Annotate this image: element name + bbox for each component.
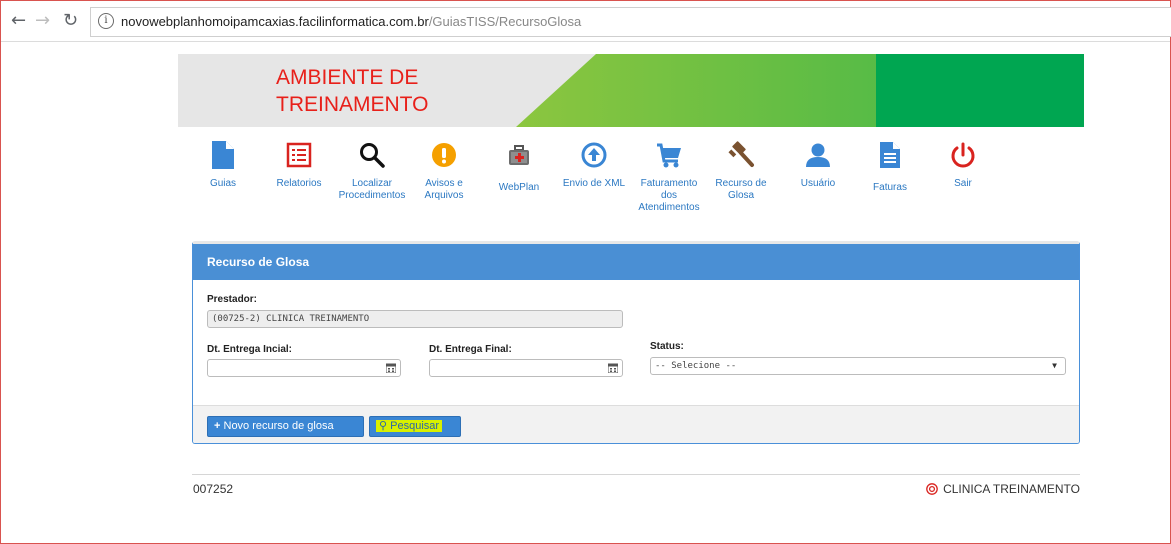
invoice-icon	[855, 138, 925, 172]
footer-clinic: CLINICA TREINAMENTO	[926, 482, 1080, 496]
nav-item-avisos[interactable]: Avisos e Arquivos	[409, 138, 479, 202]
nav-item-faturas[interactable]: Faturas	[855, 138, 925, 194]
status-label: Status:	[650, 341, 684, 352]
panel-title: Recurso de Glosa	[207, 255, 310, 269]
dt-inicial-label: Dt. Entrega Incial:	[207, 344, 293, 355]
clinic-name: CLINICA TREINAMENTO	[943, 482, 1080, 496]
environment-title: AMBIENTE DE TREINAMENTO	[276, 66, 429, 116]
search-icon	[337, 138, 407, 172]
nav-label-faturamento: Faturamento dos Atendimentos	[638, 178, 700, 213]
address-bar[interactable]: i novowebplanhomoipamcaxias.facilinforma…	[90, 7, 1171, 37]
nav-item-faturamento[interactable]: Faturamento dos Atendimentos	[634, 138, 704, 214]
nav-label-faturas: Faturas	[873, 182, 907, 193]
novo-recurso-label: Novo recurso de glosa	[223, 420, 334, 432]
forward-icon[interactable]: →	[35, 11, 50, 31]
power-icon	[928, 138, 998, 172]
status-select[interactable]: -- Selecione -- ▼	[650, 357, 1066, 375]
search-icon: ⚲	[379, 420, 388, 432]
nav-item-guias[interactable]: Guias	[188, 138, 258, 190]
footer-divider	[192, 474, 1080, 475]
reload-icon[interactable]: ↻	[63, 11, 78, 31]
alert-icon	[409, 138, 479, 172]
dt-inicial-input[interactable]	[207, 359, 401, 377]
url-path: /GuiasTISS/RecursoGlosa	[428, 14, 582, 29]
nav-label-relatorios: Relatorios	[276, 178, 322, 189]
nav-label-localizar: Localizar Procedimentos	[338, 178, 406, 201]
back-icon[interactable]: ←	[11, 11, 26, 31]
prestador-label: Prestador:	[207, 294, 258, 305]
nav-label-avisos: Avisos e Arquivos	[424, 178, 464, 201]
pesquisar-button[interactable]: ⚲ Pesquisar	[369, 416, 461, 437]
prestador-value: (00725-2) CLINICA TREINAMENTO	[212, 314, 370, 324]
cart-icon	[634, 138, 704, 172]
browser-toolbar: ← → ↻ i novowebplanhomoipamcaxias.facili…	[1, 1, 1171, 42]
gavel-icon	[706, 138, 776, 172]
info-icon[interactable]: i	[98, 13, 114, 29]
status-selected: -- Selecione --	[655, 361, 737, 371]
list-icon	[264, 138, 334, 172]
nav-item-recurso-glosa[interactable]: Recurso de Glosa	[706, 138, 776, 202]
nav-item-sair[interactable]: Sair	[928, 138, 998, 190]
header-banner: AMBIENTE DE TREINAMENTO	[178, 54, 1084, 127]
nav-label-envio-xml: Envio de XML	[562, 178, 626, 189]
pesquisar-highlight: ⚲ Pesquisar	[376, 420, 443, 432]
upload-icon	[559, 138, 629, 172]
dropdown-arrow-icon[interactable]: ▼	[1052, 358, 1057, 374]
url-text: novowebplanhomoipamcaxias.facilinformati…	[121, 14, 581, 29]
nav-item-usuario[interactable]: Usuário	[783, 138, 853, 190]
plus-icon: +	[214, 420, 221, 432]
nav-label-usuario: Usuário	[800, 178, 836, 189]
footer-code: 007252	[193, 482, 234, 496]
document-icon	[188, 138, 258, 172]
calendar-icon[interactable]	[386, 363, 396, 373]
calendar-icon[interactable]	[608, 363, 618, 373]
novo-recurso-button[interactable]: + Novo recurso de glosa	[207, 416, 364, 437]
recurso-glosa-panel: Recurso de Glosa Prestador: (00725-2) CL…	[192, 241, 1080, 444]
nav-item-envio-xml[interactable]: Envio de XML	[559, 138, 629, 190]
medkit-icon	[484, 138, 554, 172]
nav-label-recurso: Recurso de Glosa	[715, 178, 767, 201]
panel-header: Recurso de Glosa	[193, 244, 1079, 280]
nav-item-webplan[interactable]: WebPlan	[484, 138, 554, 194]
clinic-logo-icon	[926, 483, 938, 495]
prestador-field: (00725-2) CLINICA TREINAMENTO	[207, 310, 623, 328]
dt-final-input[interactable]	[429, 359, 623, 377]
dt-final-label: Dt. Entrega Final:	[429, 344, 512, 355]
nav-label-sair: Sair	[954, 178, 972, 189]
nav-label-guias: Guias	[209, 178, 237, 189]
nav-item-relatorios[interactable]: Relatorios	[264, 138, 334, 190]
user-icon	[783, 138, 853, 172]
nav-label-webplan: WebPlan	[498, 182, 540, 193]
nav-item-localizar-procedimentos[interactable]: Localizar Procedimentos	[337, 138, 407, 202]
url-host: novowebplanhomoipamcaxias.facilinformati…	[121, 14, 429, 29]
pesquisar-label: Pesquisar	[390, 420, 440, 432]
